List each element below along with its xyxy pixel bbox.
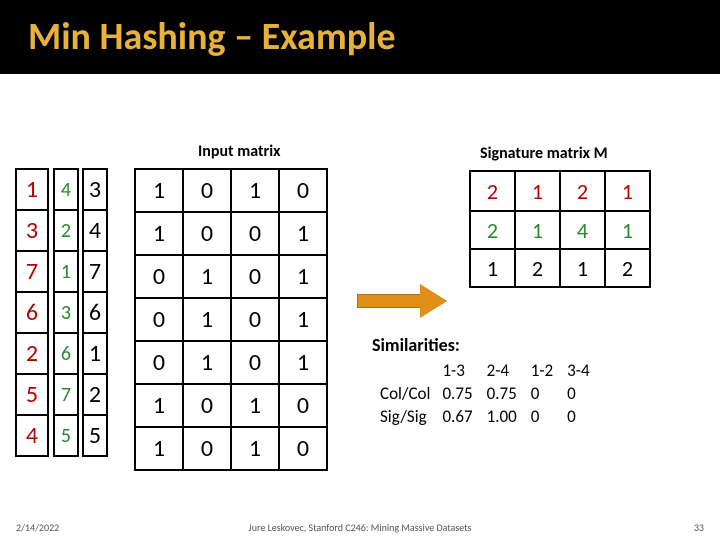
signature-matrix: 2121 2141 1212 xyxy=(469,170,651,288)
arrow-icon xyxy=(357,284,449,318)
page-title: Min Hashing – Example xyxy=(28,14,396,60)
footer-attribution: Jure Leskovec, Stanford C246: Mining Mas… xyxy=(249,521,472,534)
input-matrix-label: Input matrix xyxy=(198,142,280,161)
footer: 2/14/2022 Jure Leskovec, Stanford C246: … xyxy=(0,521,720,534)
perm-col-0: 1 3 7 6 2 5 4 xyxy=(15,168,49,455)
similarities-title: Similarities: xyxy=(372,334,598,356)
footer-page: 33 xyxy=(694,521,704,534)
similarities-block: Similarities: 1-32-41-23-4 Col/Col0.750.… xyxy=(372,334,598,429)
perm-col-2: 3 4 7 6 1 2 5 xyxy=(82,168,108,455)
perm-col-1: 4 2 1 3 6 7 5 xyxy=(53,168,79,455)
footer-date: 2/14/2022 xyxy=(16,521,59,534)
input-matrix: 1010 1001 0101 0101 0101 1010 1010 xyxy=(134,168,328,471)
signature-matrix-label: Signature matrix M xyxy=(480,144,608,163)
